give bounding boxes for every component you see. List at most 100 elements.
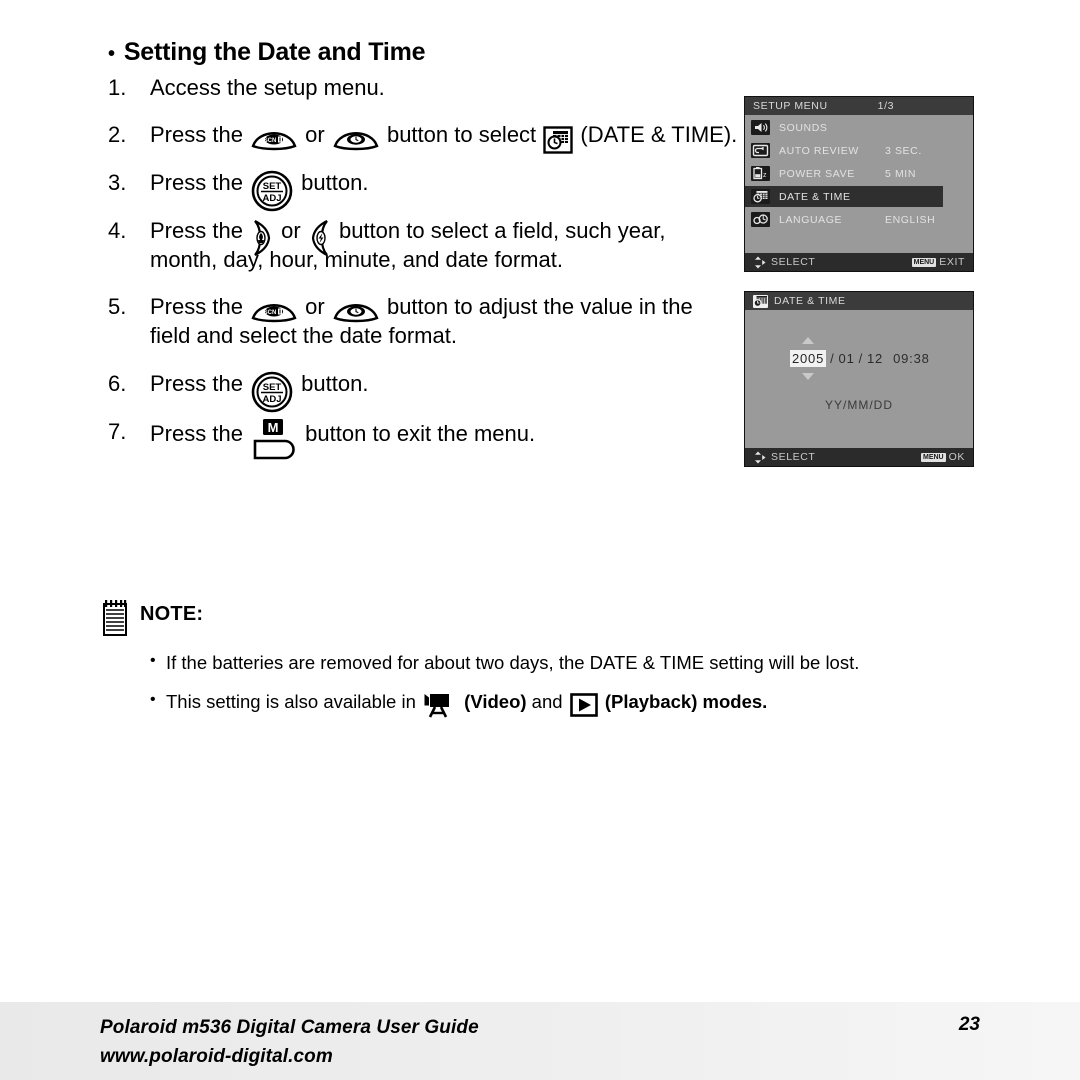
emphasis-text: (Playback) modes. (599, 690, 768, 712)
menu-row-sounds[interactable]: SOUNDS (745, 117, 973, 138)
menu-row-language[interactable]: LANGUAGE ENGLISH (745, 209, 973, 230)
setup-menu-body: SOUNDS AUTO REVIEW 3 SEC. z POWER SAVE 5… (745, 117, 973, 255)
menu-label-auto-review: AUTO REVIEW (779, 144, 859, 157)
heading-text: Setting the Date and Time (123, 38, 426, 66)
menu-row-date-time[interactable]: DATE & TIME (745, 186, 943, 207)
scn-rocker-button[interactable]: SCN (251, 297, 297, 323)
step-item: 5. Press the SCN or button to adjust the … (108, 292, 738, 351)
power-save-icon: z (751, 166, 770, 181)
year-field[interactable]: 2005 (790, 337, 827, 380)
step-item: 6. Press the SET ADJ button. (108, 369, 738, 413)
date-time-icon (753, 294, 768, 308)
year-value: 2005 (792, 351, 825, 366)
setup-menu-titlebar: SETUP MENU 1/3 (745, 97, 973, 115)
sounds-icon (751, 120, 770, 135)
day-field[interactable]: 12 (867, 351, 883, 366)
month-field[interactable]: 01 (839, 351, 855, 366)
svg-text:z: z (763, 172, 767, 179)
step-text: (DATE & TIME). (574, 122, 738, 148)
svg-text:SET: SET (263, 181, 282, 192)
video-mode-icon[interactable] (423, 693, 457, 719)
step-text: and (526, 690, 568, 712)
step-item: 4. Press the or button to select a field,… (108, 216, 738, 275)
date-time-footer-ok-label: OK (948, 451, 965, 463)
step-body: Press the SET ADJ button. (150, 169, 369, 211)
footer-website: www.polaroid-digital.com (100, 1045, 333, 1067)
date-time-titlebar: DATE & TIME (745, 292, 973, 310)
self-timer-rocker-button[interactable] (333, 297, 379, 323)
menu-label-power-save: POWER SAVE (779, 167, 855, 180)
step-body: Press the M button to exit the menu. (150, 418, 536, 460)
menu-value-power-save: 5 MIN (885, 167, 917, 180)
caret-up-icon[interactable] (802, 337, 815, 344)
step-number: 6. (108, 370, 127, 396)
step-text: Press the (150, 294, 250, 320)
date-format-field[interactable]: YY/MM/DD (745, 398, 973, 412)
step-item: 1. Access the setup menu. (108, 73, 738, 102)
step-text: button. (295, 169, 369, 195)
set-adj-button[interactable]: SET ADJ (251, 371, 293, 413)
menu-label-sounds: SOUNDS (779, 121, 828, 134)
manual-page: • Setting the Date and Time 1. Access the… (0, 0, 1080, 1080)
emphasis-text: (Video) (459, 690, 527, 712)
date-time-icon[interactable] (543, 125, 573, 155)
svg-text:SCN: SCN (264, 310, 277, 316)
step-body: Press the SCN or button to select (DATE … (150, 122, 738, 154)
setup-menu-page-indicator: 1/3 (877, 100, 895, 112)
page-title: • Setting the Date and Time (108, 38, 738, 67)
step-text: Press the (150, 169, 250, 195)
svg-text:ADJ: ADJ (263, 394, 282, 405)
svg-text:M: M (268, 420, 279, 435)
self-timer-rocker-button[interactable] (333, 125, 379, 151)
playback-mode-icon[interactable] (569, 693, 598, 718)
step-text: Press the (150, 420, 250, 446)
auto-review-icon (751, 143, 770, 158)
step-text: or (299, 122, 331, 148)
set-adj-button[interactable]: SET ADJ (251, 170, 293, 212)
setup-menu-title: SETUP MENU (753, 100, 828, 112)
setup-footer-select-label: SELECT (771, 256, 816, 268)
step-item: 2. Press the SCN or button to select (DAT… (108, 120, 738, 154)
step-text: button to exit the menu. (299, 420, 536, 446)
footer-guide-title: Polaroid m536 Digital Camera User Guide (100, 1017, 479, 1038)
menu-row-auto-review[interactable]: AUTO REVIEW 3 SEC. (745, 140, 973, 161)
step-text: Press the (150, 217, 250, 243)
menu-label-date-time: DATE & TIME (779, 190, 851, 203)
step-number: 5. (108, 294, 127, 320)
step-text: button. (295, 370, 369, 396)
date-separator-1: / (830, 351, 835, 366)
date-time-title: DATE & TIME (774, 295, 846, 307)
notepad-icon (102, 600, 128, 636)
step-body: Press the or button to select a field, s… (150, 218, 666, 272)
nav-arrows-icon (753, 256, 766, 269)
step-text: Press the (150, 370, 250, 396)
step-number: 3. (108, 169, 127, 195)
time-field[interactable]: 09:38 (893, 351, 930, 366)
step-text: If the batteries are removed for about t… (166, 652, 860, 673)
step-number: 1. (108, 75, 127, 100)
step-text: Press the (150, 122, 250, 148)
scn-rocker-button[interactable]: SCN (251, 125, 297, 151)
heading-bullet: • (108, 43, 115, 65)
setup-menu-footer: SELECT MENU EXIT (745, 253, 973, 271)
menu-badge: MENU (911, 257, 937, 267)
caret-down-icon[interactable] (802, 373, 815, 380)
note-title: NOTE: (140, 603, 204, 625)
menu-badge: MENU (921, 452, 946, 462)
setup-menu-screen: SETUP MENU 1/3 SOUNDS AUTO REVIEW 3 SEC.… (744, 96, 974, 272)
step-body: Access the setup menu. (150, 75, 385, 100)
date-time-footer: SELECT MENU OK (745, 448, 973, 466)
menu-value-language: ENGLISH (885, 213, 936, 226)
date-time-fields: 2005 / 01 / 12 09:38 (790, 337, 930, 380)
step-number: 2. (108, 122, 127, 148)
macro-left-button[interactable] (251, 219, 273, 257)
steps-list: 1. Access the setup menu. 2. Press the SCN … (108, 73, 738, 460)
step-text: This setting is also available in (166, 690, 422, 712)
menu-m-button[interactable]: M (251, 417, 297, 463)
flash-right-button[interactable] (309, 219, 331, 257)
step-number: 7. (108, 418, 127, 444)
svg-text:SET: SET (263, 382, 282, 393)
nav-arrows-icon (753, 451, 766, 464)
step-text: or (299, 294, 331, 320)
menu-row-power-save[interactable]: z POWER SAVE 5 MIN (745, 163, 973, 184)
